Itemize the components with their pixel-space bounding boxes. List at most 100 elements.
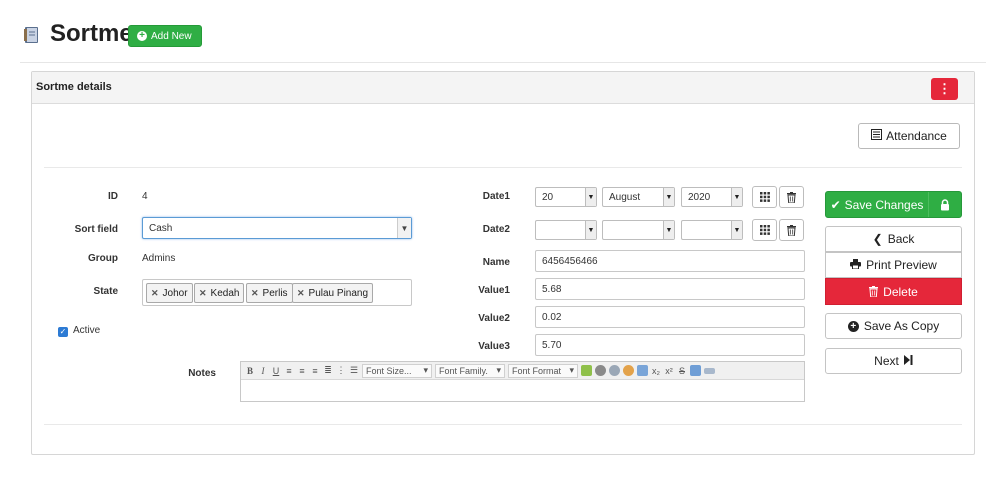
remove-tag-icon[interactable]: ✕ <box>251 288 259 299</box>
trash-icon <box>869 286 879 297</box>
add-new-label: Add New <box>151 30 192 42</box>
dropdown-arrow-icon[interactable]: ▼ <box>731 221 742 239</box>
font-size-label: Font Size... <box>366 365 412 376</box>
name-input[interactable]: 6456456466 <box>535 250 805 272</box>
grid-icon <box>759 225 770 235</box>
date2-clear-button[interactable] <box>779 219 804 241</box>
font-family-dropdown[interactable]: Font Family. ▾ <box>435 363 505 378</box>
grid-icon <box>759 192 770 202</box>
panel-menu-button[interactable]: ⋮ <box>931 78 958 100</box>
app-book-icon <box>23 26 40 44</box>
panel-divider-top <box>44 167 962 168</box>
date1-clear-button[interactable] <box>779 186 804 208</box>
next-button[interactable]: Next <box>825 348 962 374</box>
remove-tag-icon[interactable]: ✕ <box>199 288 207 299</box>
group-value: Admins <box>142 253 176 264</box>
state-tag[interactable]: ✕ Pulau Pinang <box>292 283 374 303</box>
state-tag[interactable]: ✕ Johor <box>146 283 193 303</box>
underline-icon[interactable]: U <box>271 366 281 376</box>
image-icon[interactable] <box>637 365 648 376</box>
italic-icon[interactable]: I <box>258 366 268 376</box>
date1-month-select[interactable]: August ▼ <box>602 187 675 207</box>
remove-tag-icon[interactable]: ✕ <box>297 288 305 299</box>
list-icon <box>871 129 883 143</box>
attendance-button[interactable]: Attendance <box>858 123 960 149</box>
name-label: Name <box>482 257 510 268</box>
date1-year-select[interactable]: 2020 ▼ <box>681 187 743 207</box>
date1-day-select[interactable]: 20 ▼ <box>535 187 597 207</box>
id-value: 4 <box>142 191 148 202</box>
strikethrough-icon[interactable]: S <box>677 366 687 376</box>
date1-day-value: 20 <box>542 191 554 203</box>
align-left-icon[interactable]: ≡ <box>284 366 294 376</box>
save-as-copy-button[interactable]: + Save As Copy <box>825 313 962 339</box>
bold-icon[interactable]: B <box>245 366 255 376</box>
text-color-icon[interactable] <box>581 365 592 376</box>
link-icon[interactable] <box>595 365 606 376</box>
save-changes-button[interactable]: ✔ Save Changes <box>825 191 962 218</box>
kebab-menu-icon: ⋮ <box>938 81 951 96</box>
dropdown-arrow-icon[interactable]: ▼ <box>731 188 742 206</box>
align-justify-icon[interactable]: ≣ <box>323 365 333 376</box>
dropdown-arrow-icon[interactable]: ▼ <box>585 188 596 206</box>
trash-icon <box>787 191 796 203</box>
plus-circle-icon: + <box>137 31 147 41</box>
date1-label: Date1 <box>482 191 510 202</box>
align-center-icon[interactable]: ≡ <box>297 366 307 376</box>
value1-input[interactable]: 5.68 <box>535 278 805 300</box>
active-checkbox[interactable]: ✓ <box>58 327 68 337</box>
panel-title: Sortme details <box>36 81 112 93</box>
dropdown-arrow-icon[interactable]: ▼ <box>663 221 674 239</box>
state-tag[interactable]: ✕ Kedah <box>194 283 245 303</box>
back-button[interactable]: ❮ Back <box>825 226 962 252</box>
date2-calendar-button[interactable] <box>752 219 777 241</box>
group-label: Group <box>88 253 118 264</box>
date2-month-select[interactable]: ▼ <box>602 220 675 240</box>
unlink-icon[interactable] <box>609 365 620 376</box>
dropdown-arrow-icon[interactable]: ▼ <box>585 221 596 239</box>
value2-input[interactable]: 0.02 <box>535 306 805 328</box>
font-format-dropdown[interactable]: Font Format ▾ <box>508 363 578 378</box>
state-tag[interactable]: ✕ Perlis <box>246 283 293 303</box>
date1-month-value: August <box>609 191 641 203</box>
print-preview-label: Print Preview <box>866 258 937 272</box>
value2-label: Value2 <box>478 313 510 324</box>
check-icon: ✔ <box>830 197 841 212</box>
delete-button[interactable]: Delete <box>825 278 962 305</box>
name-input-value: 6456456466 <box>542 255 598 267</box>
paste-icon[interactable] <box>690 365 701 376</box>
bg-color-icon[interactable] <box>623 365 634 376</box>
page-title: Sortme <box>50 20 133 47</box>
value1-input-value: 5.68 <box>542 283 562 295</box>
trash-icon <box>787 224 796 236</box>
align-right-icon[interactable]: ≡ <box>310 366 320 376</box>
horizontal-rule-icon[interactable] <box>704 367 715 374</box>
ordered-list-icon[interactable]: ⋮ <box>336 365 346 376</box>
superscript-icon[interactable]: x² <box>664 366 674 376</box>
date2-year-select[interactable]: ▼ <box>681 220 743 240</box>
select-arrow-icon[interactable]: ▼ <box>397 218 411 238</box>
bullet-list-icon[interactable]: ☰ <box>349 365 359 376</box>
save-changes-main[interactable]: ✔ Save Changes <box>826 192 929 217</box>
value3-input[interactable]: 5.70 <box>535 334 805 356</box>
state-tag-label: Perlis <box>262 287 288 299</box>
font-size-dropdown[interactable]: Font Size... ▾ <box>362 363 432 378</box>
state-tag-label: Kedah <box>210 287 240 299</box>
lock-icon[interactable] <box>929 198 961 211</box>
chevron-down-icon: ▾ <box>423 365 428 375</box>
dropdown-arrow-icon[interactable]: ▼ <box>663 188 674 206</box>
panel-divider-bottom <box>44 424 962 425</box>
sort-field-select[interactable]: Cash ▼ <box>142 217 412 239</box>
subscript-icon[interactable]: x₂ <box>651 366 661 376</box>
remove-tag-icon[interactable]: ✕ <box>151 288 159 299</box>
value1-label: Value1 <box>478 285 510 296</box>
date2-day-select[interactable]: ▼ <box>535 220 597 240</box>
value3-label: Value3 <box>478 341 510 352</box>
header-divider <box>20 62 986 63</box>
active-label: Active <box>73 325 101 336</box>
add-new-button[interactable]: + Add New <box>128 25 202 47</box>
date1-calendar-button[interactable] <box>752 186 777 208</box>
print-preview-button[interactable]: Print Preview <box>825 252 962 278</box>
editor-toolbar: B I U ≡ ≡ ≡ ≣ ⋮ ☰ Font Size... ▾ Font Fam… <box>241 362 804 380</box>
state-label: State <box>93 286 118 297</box>
